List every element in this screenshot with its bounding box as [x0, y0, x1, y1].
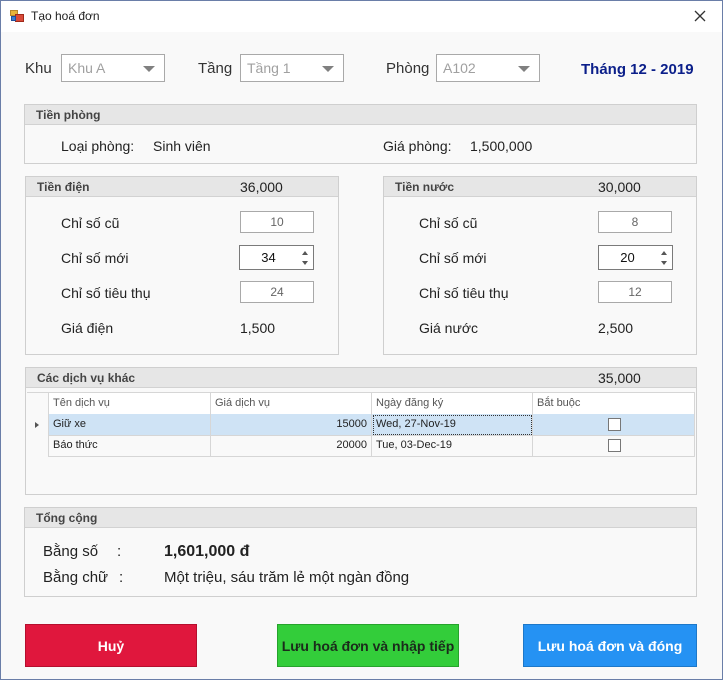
column-header-price[interactable]: Giá dịch vụ: [211, 393, 372, 415]
khu-label: Khu: [25, 60, 52, 77]
total-text-colon: :: [119, 569, 124, 586]
service-price-cell[interactable]: 20000: [211, 435, 372, 457]
table-row[interactable]: Báo thức 20000 Tue, 03-Dec-19: [27, 435, 695, 457]
water-group-title: Tiền nước: [395, 180, 455, 194]
water-group: Tiền nước 30,000 Chỉ số cũ 8 Chỉ số mới …: [383, 176, 697, 355]
app-icon: [10, 10, 24, 22]
row-header-corner: [27, 393, 49, 415]
total-number-colon: :: [117, 543, 122, 560]
electric-group-header: Tiền điện 36,000: [26, 177, 338, 197]
phong-value: A102: [443, 60, 476, 76]
title-bar: Tạo hoá đơn: [1, 1, 722, 32]
electric-price-label: Giá điện: [61, 320, 114, 336]
arrow-up-icon[interactable]: [661, 251, 667, 255]
service-name-cell[interactable]: Giữ xe: [49, 414, 211, 436]
arrow-down-icon[interactable]: [661, 261, 667, 265]
total-group: Tổng cộng Bằng số : 1,601,000 đ Bằng chữ…: [24, 507, 697, 597]
required-checkbox[interactable]: [608, 418, 621, 431]
chevron-down-icon: [322, 66, 334, 72]
total-number-label: Bằng số: [43, 543, 99, 560]
phong-select[interactable]: A102: [436, 54, 540, 82]
column-header-required[interactable]: Bắt buộc: [533, 393, 695, 415]
room-group: Tiền phòng Loại phòng: Sinh viên Giá phò…: [24, 104, 697, 164]
chevron-down-icon: [518, 66, 530, 72]
services-group-title: Các dịch vụ khác: [37, 371, 136, 385]
invoice-window: Tạo hoá đơn Khu Khu A Tầng Tầng 1 Phòng …: [0, 0, 723, 680]
water-price-label: Giá nước: [419, 320, 479, 336]
services-grid[interactable]: Tên dịch vụ Giá dịch vụ Ngày đăng ký Bắt…: [27, 392, 695, 457]
electric-usage-field: 24: [240, 281, 314, 303]
row-selector[interactable]: [27, 414, 49, 436]
water-new-stepper[interactable]: 20: [598, 245, 673, 270]
total-number-value: 1,601,000 đ: [164, 543, 250, 560]
water-price-value: 2,500: [598, 320, 634, 336]
water-usage-label: Chỉ số tiêu thụ: [419, 285, 509, 301]
electric-new-value: 34: [261, 250, 276, 265]
water-group-header: Tiền nước 30,000: [384, 177, 696, 197]
window-title: Tạo hoá đơn: [31, 9, 100, 23]
service-required-cell: [533, 414, 695, 436]
chevron-down-icon: [143, 66, 155, 72]
service-name-cell[interactable]: Báo thức: [49, 435, 211, 457]
room-price-label: Giá phòng:: [383, 138, 452, 154]
total-text-label: Bằng chữ: [43, 569, 109, 586]
electric-total: 36,000: [240, 179, 283, 195]
cancel-button[interactable]: Huỷ: [25, 624, 197, 667]
column-header-date[interactable]: Ngày đăng ký: [372, 393, 533, 415]
service-date-cell[interactable]: Wed, 27-Nov-19: [372, 414, 533, 436]
service-date-cell[interactable]: Tue, 03-Dec-19: [372, 435, 533, 457]
grid-header-row: Tên dịch vụ Giá dịch vụ Ngày đăng ký Bắt…: [27, 393, 695, 415]
room-type-value: Sinh viên: [153, 138, 211, 154]
water-old-field: 8: [598, 211, 672, 233]
row-selector[interactable]: [27, 435, 49, 457]
electric-group-title: Tiền điện: [37, 180, 90, 194]
total-group-header: Tổng cộng: [25, 508, 696, 528]
room-type-label: Loại phòng:: [61, 138, 135, 154]
khu-value: Khu A: [68, 60, 106, 76]
room-price-value: 1,500,000: [470, 138, 533, 154]
phong-label: Phòng: [386, 60, 430, 77]
electric-new-label: Chỉ số mới: [61, 250, 129, 266]
column-header-name[interactable]: Tên dịch vụ: [49, 393, 211, 415]
room-group-header: Tiền phòng: [25, 105, 696, 125]
electric-group: Tiền điện 36,000 Chỉ số cũ 10 Chỉ số mới…: [25, 176, 339, 355]
current-row-icon: [35, 422, 39, 428]
water-total: 30,000: [598, 179, 641, 195]
services-total: 35,000: [598, 370, 641, 386]
save-and-next-button[interactable]: Lưu hoá đơn và nhập tiếp: [277, 624, 459, 667]
services-group-header: Các dịch vụ khác 35,000: [26, 368, 696, 388]
electric-price-value: 1,500: [240, 320, 276, 336]
khu-select[interactable]: Khu A: [61, 54, 165, 82]
total-group-title: Tổng cộng: [36, 511, 98, 525]
water-new-value: 20: [620, 250, 635, 265]
required-checkbox[interactable]: [608, 439, 621, 452]
water-new-label: Chỉ số mới: [419, 250, 487, 266]
tang-select[interactable]: Tầng 1: [240, 54, 344, 82]
arrow-up-icon[interactable]: [302, 251, 308, 255]
room-group-title: Tiền phòng: [36, 108, 101, 122]
tang-label: Tầng: [198, 60, 233, 77]
service-price-cell[interactable]: 15000: [211, 414, 372, 436]
save-and-close-button[interactable]: Lưu hoá đơn và đóng: [523, 624, 697, 667]
arrow-down-icon[interactable]: [302, 261, 308, 265]
water-old-label: Chỉ số cũ: [419, 215, 478, 231]
water-usage-field: 12: [598, 281, 672, 303]
table-row[interactable]: Giữ xe 15000 Wed, 27-Nov-19: [27, 414, 695, 436]
total-text-value: Một triệu, sáu trăm lẻ một ngàn đồng: [164, 569, 410, 586]
services-group: Các dịch vụ khác 35,000 Tên dịch vụ Giá …: [25, 367, 697, 495]
billing-month: Tháng 12 - 2019: [581, 61, 694, 78]
service-required-cell: [533, 435, 695, 457]
close-icon[interactable]: [685, 3, 715, 29]
tang-value: Tầng 1: [247, 60, 291, 76]
electric-old-field: 10: [240, 211, 314, 233]
electric-usage-label: Chỉ số tiêu thụ: [61, 285, 151, 301]
electric-old-label: Chỉ số cũ: [61, 215, 120, 231]
electric-new-stepper[interactable]: 34: [239, 245, 314, 270]
